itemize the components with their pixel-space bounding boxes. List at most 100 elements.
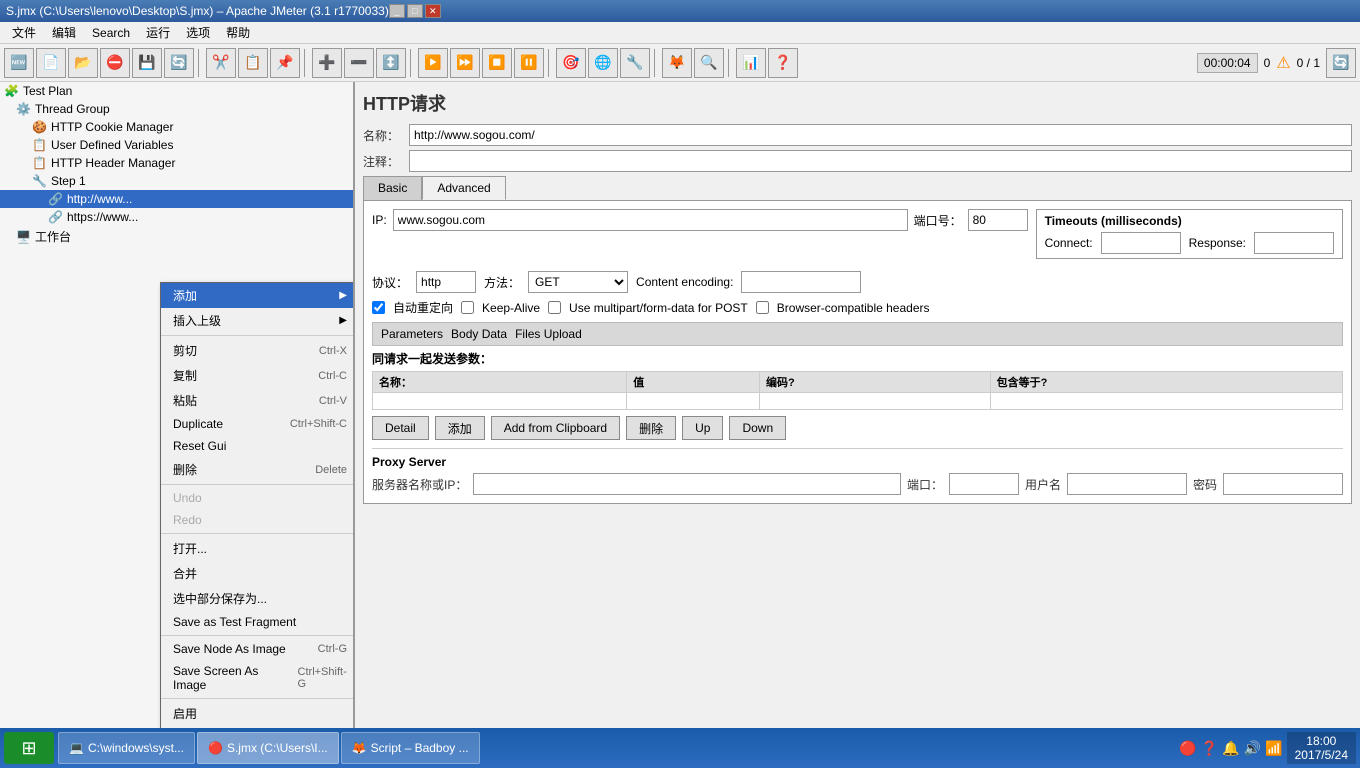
ctx-save-node-img[interactable]: Save Node As Image Ctrl-G	[161, 638, 355, 660]
toolbar-open[interactable]: 📂	[68, 48, 98, 78]
name-input[interactable]	[409, 124, 1352, 146]
menu-search[interactable]: Search	[84, 24, 138, 42]
proxy-server-input[interactable]	[473, 473, 901, 495]
method-row: 协议： 方法： GET POST PUT DELETE Content enco…	[372, 271, 1343, 293]
toolbar-function-helper[interactable]: 🦊	[662, 48, 692, 78]
menu-edit[interactable]: 编辑	[44, 22, 84, 43]
ctx-disable[interactable]: 禁用	[161, 726, 355, 728]
server-input[interactable]	[393, 209, 908, 231]
tray-icon-5[interactable]: 📶	[1265, 740, 1282, 757]
toolbar-ratio: 0 / 1	[1297, 56, 1320, 70]
menu-options[interactable]: 选项	[178, 22, 218, 43]
toolbar-revert[interactable]: 🔄	[164, 48, 194, 78]
toolbar-copy[interactable]: 📋	[238, 48, 268, 78]
browser-compat-checkbox[interactable]	[756, 301, 769, 314]
tray-icon-3[interactable]: 🔔	[1222, 740, 1239, 757]
toolbar-save[interactable]: 💾	[132, 48, 162, 78]
tree-item-test-plan[interactable]: 🧩 Test Plan	[0, 82, 353, 100]
multipart-checkbox[interactable]	[548, 301, 561, 314]
start-button[interactable]: ⊞	[4, 732, 54, 764]
tree-item-cookie-manager[interactable]: 🍪 HTTP Cookie Manager	[0, 118, 353, 136]
add-button[interactable]: 添加	[435, 416, 485, 440]
proxy-port-input[interactable]	[949, 473, 1019, 495]
down-button[interactable]: Down	[729, 416, 786, 440]
taskbar-item-explorer[interactable]: 💻 C:\windows\syst...	[58, 732, 195, 764]
proxy-user-label: 用户名	[1025, 476, 1061, 493]
menu-run[interactable]: 运行	[138, 22, 178, 43]
ctx-copy[interactable]: 复制 Ctrl-C	[161, 363, 355, 388]
toolbar-start-advanced[interactable]: ⏩	[450, 48, 480, 78]
taskbar-item-badboy[interactable]: 🦊 Script – Badboy ...	[341, 732, 480, 764]
ctx-insert-parent[interactable]: 插入上级 ▶	[161, 308, 355, 333]
ctx-save-fragment-label: Save as Test Fragment	[173, 615, 296, 629]
ctx-save-fragment[interactable]: Save as Test Fragment	[161, 611, 355, 633]
ctx-reset-gui[interactable]: Reset Gui	[161, 435, 355, 457]
ctx-add[interactable]: 添加 ▶	[161, 283, 355, 308]
tab-advanced[interactable]: Advanced	[422, 176, 505, 200]
method-select[interactable]: GET POST PUT DELETE	[528, 271, 628, 293]
toolbar-about[interactable]: ❓	[768, 48, 798, 78]
toolbar-templates[interactable]: 📄	[36, 48, 66, 78]
toolbar-shutdown[interactable]: ⏸️	[514, 48, 544, 78]
ctx-cut[interactable]: 剪切 Ctrl-X	[161, 338, 355, 363]
ctx-duplicate[interactable]: Duplicate Ctrl+Shift-C	[161, 413, 355, 435]
detail-button[interactable]: Detail	[372, 416, 429, 440]
up-button[interactable]: Up	[682, 416, 723, 440]
tree-item-http1[interactable]: 🔗 http://www...	[0, 190, 353, 208]
tree-item-workbench[interactable]: 🖥️ 工作台	[0, 226, 353, 247]
minimize-button[interactable]: _	[389, 4, 405, 18]
toolbar-list[interactable]: 📊	[736, 48, 766, 78]
ctx-merge[interactable]: 合并	[161, 561, 355, 586]
tree-item-https1[interactable]: 🔗 https://www...	[0, 208, 353, 226]
toolbar-new[interactable]: 🆕	[4, 48, 34, 78]
toolbar-start-remote[interactable]: 🌐	[588, 48, 618, 78]
toolbar-paste[interactable]: 📌	[270, 48, 300, 78]
follow-redirects-checkbox[interactable]	[461, 301, 474, 314]
tree-item-step1[interactable]: 🔧 Step 1	[0, 172, 353, 190]
tray-icon-4[interactable]: 🔊	[1244, 740, 1261, 757]
ctx-paste[interactable]: 粘贴 Ctrl-V	[161, 388, 355, 413]
toolbar-close[interactable]: ⛔	[100, 48, 130, 78]
tree-item-user-vars[interactable]: 📋 User Defined Variables	[0, 136, 353, 154]
encoding-input[interactable]	[741, 271, 861, 293]
taskbar-clock[interactable]: 18:00 2017/5/24	[1287, 732, 1356, 764]
ctx-delete[interactable]: 删除 Delete	[161, 457, 355, 482]
toolbar-sep-2	[304, 49, 308, 77]
toolbar-expand[interactable]: ➕	[312, 48, 342, 78]
toolbar-stop[interactable]: ⏹️	[482, 48, 512, 78]
connect-input[interactable]	[1101, 232, 1181, 254]
toolbar-collapse[interactable]: ➖	[344, 48, 374, 78]
tray-icon-2[interactable]: ❓	[1201, 740, 1218, 757]
ctx-save-selection[interactable]: 选中部分保存为...	[161, 586, 355, 611]
add-from-clipboard-button[interactable]: Add from Clipboard	[491, 416, 620, 440]
keepalive-checkbox[interactable]	[372, 301, 385, 314]
toolbar-clear-all[interactable]: 🔧	[620, 48, 650, 78]
taskbar-item-jmeter[interactable]: 🔴 S.jmx (C:\Users\I...	[197, 732, 339, 764]
tray-icon-1[interactable]: 🔴	[1179, 740, 1196, 757]
tree-item-thread-group[interactable]: ⚙️ Thread Group	[0, 100, 353, 118]
maximize-button[interactable]: □	[407, 4, 423, 18]
proxy-pass-input[interactable]	[1223, 473, 1343, 495]
ctx-enable[interactable]: 启用	[161, 701, 355, 726]
ctx-save-screen-img[interactable]: Save Screen As Image Ctrl+Shift-G	[161, 660, 355, 696]
protocol-input[interactable]	[416, 271, 476, 293]
response-input[interactable]	[1254, 232, 1334, 254]
toolbar-start[interactable]: ▶️	[418, 48, 448, 78]
toolbar-ratio-btn[interactable]: 🔄	[1326, 48, 1356, 78]
tab-basic[interactable]: Basic	[363, 176, 422, 200]
toolbar-search[interactable]: 🔍	[694, 48, 724, 78]
proxy-row: 服务器名称或IP： 端口： 用户名 密码	[372, 473, 1343, 495]
port-input[interactable]	[968, 209, 1028, 231]
ctx-open[interactable]: 打开...	[161, 536, 355, 561]
close-button[interactable]: ✕	[425, 4, 441, 18]
toolbar-toggle[interactable]: ↕️	[376, 48, 406, 78]
comment-input[interactable]	[409, 150, 1352, 172]
tree-icon-header: 📋	[32, 156, 47, 170]
toolbar-start-gui[interactable]: 🎯	[556, 48, 586, 78]
tree-item-header-manager[interactable]: 📋 HTTP Header Manager	[0, 154, 353, 172]
toolbar-cut[interactable]: ✂️	[206, 48, 236, 78]
delete-button[interactable]: 删除	[626, 416, 676, 440]
proxy-user-input[interactable]	[1067, 473, 1187, 495]
menu-file[interactable]: 文件	[4, 22, 44, 43]
menu-help[interactable]: 帮助	[218, 22, 258, 43]
